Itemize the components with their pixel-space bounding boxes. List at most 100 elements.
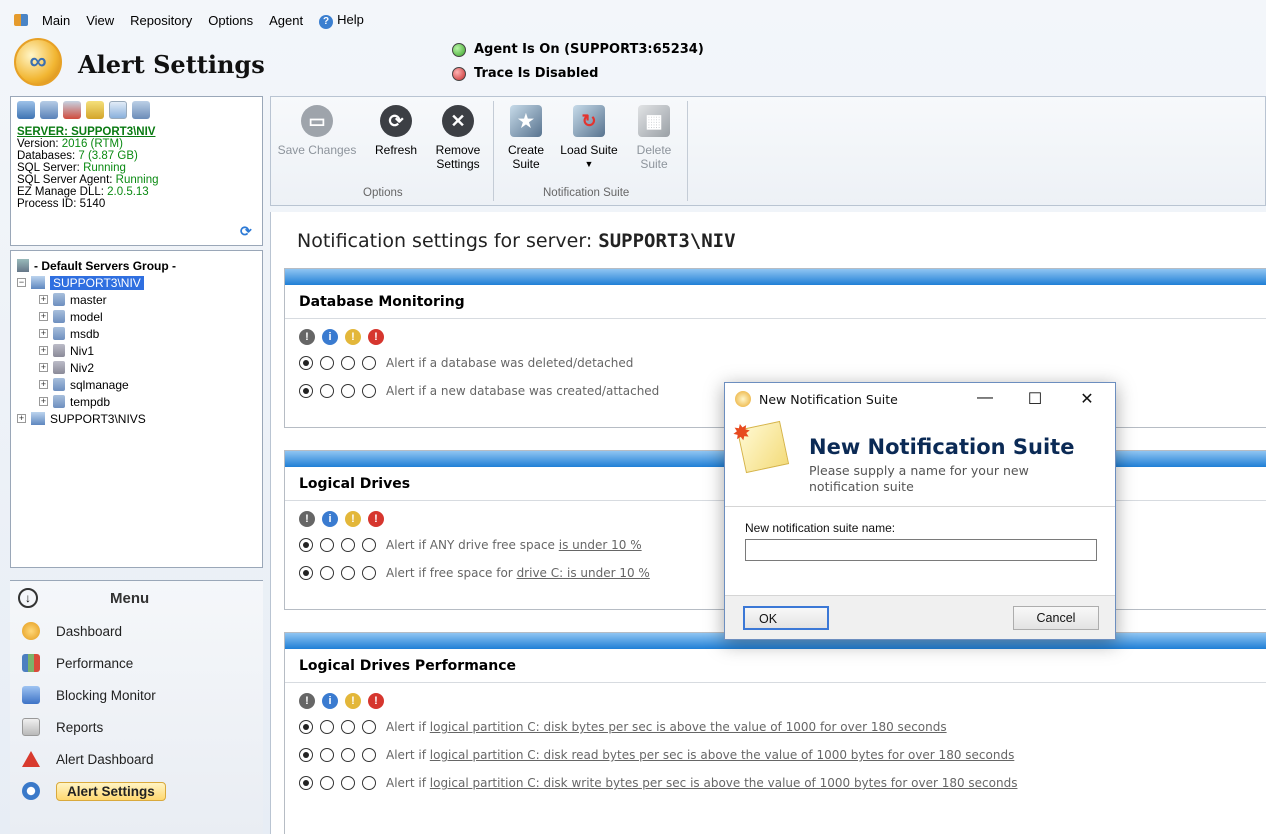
suite-name-label: New notification suite name: bbox=[745, 521, 896, 535]
dialog-titlebar[interactable]: New Notification Suite bbox=[725, 383, 1115, 415]
remove-settings-button[interactable]: ✕ Remove Settings bbox=[431, 105, 485, 171]
tree-server-node[interactable]: − SUPPORT3\NIV bbox=[17, 274, 256, 291]
severity-radio[interactable] bbox=[341, 356, 355, 370]
refresh-button[interactable]: ⟳ Refresh bbox=[371, 105, 421, 157]
severity-radio[interactable] bbox=[362, 748, 376, 762]
menu-options[interactable]: Options bbox=[200, 13, 261, 28]
severity-radio[interactable] bbox=[362, 720, 376, 734]
severity-radio[interactable] bbox=[341, 384, 355, 398]
remove-server-icon[interactable] bbox=[63, 101, 81, 119]
collapse-icon[interactable]: − bbox=[17, 278, 26, 287]
server-tree: - Default Servers Group - − SUPPORT3\NIV… bbox=[10, 250, 263, 568]
alert-threshold-link[interactable]: logical partition C: disk read bytes per… bbox=[430, 748, 1015, 762]
severity-radio[interactable] bbox=[341, 566, 355, 580]
section-bar bbox=[285, 269, 1266, 285]
severity-radio[interactable] bbox=[320, 356, 334, 370]
alert-threshold-link[interactable]: logical partition C: disk write bytes pe… bbox=[430, 776, 1018, 790]
severity-radio[interactable] bbox=[362, 776, 376, 790]
severity-radio[interactable] bbox=[341, 776, 355, 790]
tree-db-node[interactable]: + msdb bbox=[17, 325, 256, 342]
nav-blocking-monitor[interactable]: Blocking Monitor bbox=[10, 679, 263, 711]
severity-radio[interactable] bbox=[299, 538, 313, 552]
alert-text-pre: Alert if ANY drive free space bbox=[386, 538, 559, 552]
expand-icon[interactable]: + bbox=[39, 329, 48, 338]
tree-db-node[interactable]: + Niv2 bbox=[17, 359, 256, 376]
severity-radio[interactable] bbox=[320, 538, 334, 552]
tree-db-node[interactable]: + Niv1 bbox=[17, 342, 256, 359]
nav-alert-dashboard[interactable]: Alert Dashboard bbox=[10, 743, 263, 775]
ok-button[interactable]: OK bbox=[743, 606, 829, 630]
tree-group[interactable]: - Default Servers Group - bbox=[17, 257, 256, 274]
collapse-menu-icon[interactable]: ↓ bbox=[18, 588, 38, 608]
suite-name-input[interactable] bbox=[745, 539, 1097, 561]
alert-text: Alert if logical partition C: disk read … bbox=[386, 748, 1014, 762]
alert-threshold-link[interactable]: is under 10 % bbox=[559, 538, 642, 552]
server-properties-icon[interactable] bbox=[86, 101, 104, 119]
alert-threshold-link[interactable]: logical partition C: disk bytes per sec … bbox=[430, 720, 947, 734]
severity-radio[interactable] bbox=[299, 566, 313, 580]
severity-radio[interactable] bbox=[362, 538, 376, 552]
dialog-footer: OK Cancel bbox=[725, 595, 1115, 639]
expand-icon[interactable]: + bbox=[17, 414, 26, 423]
severity-info-icon: i bbox=[322, 329, 338, 345]
severity-radio[interactable] bbox=[320, 384, 334, 398]
severity-radio[interactable] bbox=[299, 356, 313, 370]
severity-radio[interactable] bbox=[320, 776, 334, 790]
expand-icon[interactable]: + bbox=[39, 397, 48, 406]
menu-agent[interactable]: Agent bbox=[261, 13, 311, 28]
nav-reports[interactable]: Reports bbox=[10, 711, 263, 743]
cancel-button[interactable]: Cancel bbox=[1013, 606, 1099, 630]
server-name-link[interactable]: SERVER: SUPPORT3\NIV bbox=[17, 126, 256, 138]
content-title: Notification settings for server: SUPPOR… bbox=[297, 230, 736, 252]
expand-icon[interactable]: + bbox=[39, 312, 48, 321]
tree-db-node[interactable]: + model bbox=[17, 308, 256, 325]
refresh-server-icon[interactable]: ⟳ bbox=[240, 223, 254, 239]
severity-radio[interactable] bbox=[320, 748, 334, 762]
severity-radio[interactable] bbox=[299, 748, 313, 762]
severity-radio[interactable] bbox=[299, 384, 313, 398]
expand-icon[interactable]: + bbox=[39, 380, 48, 389]
severity-radio[interactable] bbox=[299, 776, 313, 790]
menu-main[interactable]: Main bbox=[34, 13, 78, 28]
tree-db-node[interactable]: + master bbox=[17, 291, 256, 308]
tree-db-node[interactable]: + sqlmanage bbox=[17, 376, 256, 393]
connect-server-icon[interactable] bbox=[17, 101, 35, 119]
nav-dashboard[interactable]: Dashboard bbox=[10, 615, 263, 647]
severity-radio[interactable] bbox=[299, 720, 313, 734]
close-icon[interactable]: ✕ bbox=[1069, 389, 1105, 409]
severity-radio[interactable] bbox=[362, 356, 376, 370]
menu-help[interactable]: ? Help bbox=[311, 12, 372, 29]
alert-threshold-link[interactable]: drive C: is under 10 % bbox=[517, 566, 650, 580]
severity-radio[interactable] bbox=[341, 720, 355, 734]
severity-radio[interactable] bbox=[362, 384, 376, 398]
chat-icon[interactable] bbox=[109, 101, 127, 119]
delete-suite-button[interactable]: ▦ Delete Suite bbox=[629, 105, 679, 171]
maximize-icon[interactable]: ☐ bbox=[1017, 389, 1053, 409]
settings-server-icon[interactable] bbox=[132, 101, 150, 119]
create-label-1: Create bbox=[507, 143, 545, 157]
menu-view[interactable]: View bbox=[78, 13, 122, 28]
nav-alert-settings[interactable]: Alert Settings bbox=[10, 775, 263, 807]
tree-db-node[interactable]: + tempdb bbox=[17, 393, 256, 410]
expand-icon[interactable]: + bbox=[39, 363, 48, 372]
load-suite-button[interactable]: ↻ Load Suite ▼ bbox=[557, 105, 621, 171]
severity-radio[interactable] bbox=[341, 748, 355, 762]
expand-icon[interactable]: + bbox=[39, 295, 48, 304]
add-server-icon[interactable] bbox=[40, 101, 58, 119]
dropdown-arrow-icon[interactable]: ▼ bbox=[557, 157, 621, 171]
app-menu-icon[interactable] bbox=[14, 14, 28, 26]
menu-repository[interactable]: Repository bbox=[122, 13, 200, 28]
create-suite-button[interactable]: ★ Create Suite bbox=[501, 105, 551, 171]
severity-radio[interactable] bbox=[320, 566, 334, 580]
nav-label: Blocking Monitor bbox=[56, 687, 156, 703]
severity-radio[interactable] bbox=[320, 720, 334, 734]
nav-performance[interactable]: Performance bbox=[10, 647, 263, 679]
save-changes-button[interactable]: ▭ Save Changes bbox=[277, 105, 357, 157]
minimize-icon[interactable]: — bbox=[967, 389, 1003, 407]
tree-server-node[interactable]: + SUPPORT3\NIVS bbox=[17, 410, 256, 427]
dialog-window-title: New Notification Suite bbox=[759, 391, 898, 407]
severity-radio[interactable] bbox=[341, 538, 355, 552]
green-status-icon bbox=[452, 42, 466, 57]
expand-icon[interactable]: + bbox=[39, 346, 48, 355]
severity-radio[interactable] bbox=[362, 566, 376, 580]
